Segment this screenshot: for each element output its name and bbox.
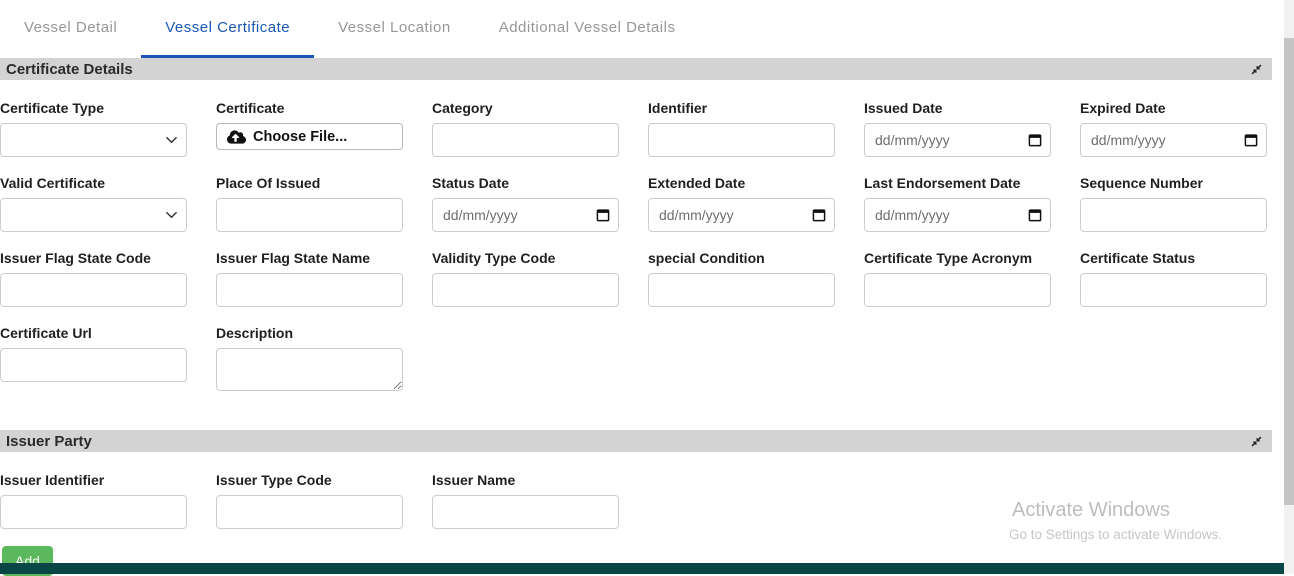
field-certificate-url: Certificate Url: [0, 324, 187, 396]
field-label-valid-certificate: Valid Certificate: [0, 174, 187, 192]
issuer-flag-state-name-input[interactable]: [216, 273, 403, 307]
field-certificate: Certificate Choose File...: [216, 99, 403, 157]
certificate-url-input[interactable]: [0, 348, 187, 382]
field-label-sequence-number: Sequence Number: [1080, 174, 1267, 192]
validity-type-code-input[interactable]: [432, 273, 619, 307]
status-date-input[interactable]: [432, 198, 619, 232]
field-certificate-type-acronym: Certificate Type Acronym: [864, 249, 1051, 307]
sequence-number-input[interactable]: [1080, 198, 1267, 232]
field-valid-certificate: Valid Certificate: [0, 174, 187, 232]
field-label-certificate: Certificate: [216, 99, 403, 117]
field-extended-date: Extended Date: [648, 174, 835, 232]
issuer-party-title: Issuer Party: [6, 433, 92, 450]
field-label-validity-type-code: Validity Type Code: [432, 249, 619, 267]
field-label-certificate-status: Certificate Status: [1080, 249, 1267, 267]
vertical-scrollbar-thumb[interactable]: [1284, 38, 1294, 505]
field-issuer-flag-state-name: Issuer Flag State Name: [216, 249, 403, 307]
field-validity-type-code: Validity Type Code: [432, 249, 619, 307]
field-label-place-of-issued: Place Of Issued: [216, 174, 403, 192]
collapse-icon[interactable]: [1251, 64, 1262, 75]
field-issuer-identifier: Issuer Identifier: [0, 471, 187, 529]
field-place-of-issued: Place Of Issued: [216, 174, 403, 232]
field-issuer-name: Issuer Name: [432, 471, 619, 529]
tab-vessel-certificate[interactable]: Vessel Certificate: [141, 0, 314, 58]
calendar-icon[interactable]: [1028, 133, 1042, 147]
field-label-identifier: Identifier: [648, 99, 835, 117]
footer-bar: [0, 563, 1284, 574]
field-issuer-type-code: Issuer Type Code: [216, 471, 403, 529]
issuer-identifier-input[interactable]: [0, 495, 187, 529]
issuer-flag-state-code-input[interactable]: [0, 273, 187, 307]
issued-date-input[interactable]: [864, 123, 1051, 157]
field-sequence-number: Sequence Number: [1080, 174, 1267, 232]
issuer-party-section-bar: Issuer Party: [0, 430, 1272, 452]
category-input[interactable]: [432, 123, 619, 157]
field-label-special-condition: special Condition: [648, 249, 835, 267]
last-endorsement-date-input[interactable]: [864, 198, 1051, 232]
tab-additional-vessel-details[interactable]: Additional Vessel Details: [475, 0, 700, 58]
field-label-certificate-type-acronym: Certificate Type Acronym: [864, 249, 1051, 267]
issuer-name-input[interactable]: [432, 495, 619, 529]
field-label-category: Category: [432, 99, 619, 117]
vessel-certificate-page: Vessel DetailVessel CertificateVessel Lo…: [0, 0, 1284, 574]
certificate-file-button[interactable]: Choose File...: [216, 123, 403, 150]
field-category: Category: [432, 99, 619, 157]
field-issuer-flag-state-code: Issuer Flag State Code: [0, 249, 187, 307]
field-label-issuer-identifier: Issuer Identifier: [0, 471, 187, 489]
activate-windows-watermark-subtitle: Go to Settings to activate Windows.: [1009, 527, 1222, 542]
field-identifier: Identifier: [648, 99, 835, 157]
certificate-details-title: Certificate Details: [6, 61, 133, 78]
tab-vessel-location[interactable]: Vessel Location: [314, 0, 475, 58]
field-label-issued-date: Issued Date: [864, 99, 1051, 117]
calendar-icon[interactable]: [812, 208, 826, 222]
file-button-label: Choose File...: [253, 129, 347, 145]
calendar-icon[interactable]: [596, 208, 610, 222]
tab-vessel-detail[interactable]: Vessel Detail: [0, 0, 141, 58]
calendar-icon[interactable]: [1244, 133, 1258, 147]
field-last-endorsement-date: Last Endorsement Date: [864, 174, 1051, 232]
description-textarea[interactable]: [216, 348, 403, 391]
field-label-description: Description: [216, 324, 403, 342]
valid-certificate-select[interactable]: [0, 198, 187, 232]
field-description: Description: [216, 324, 403, 396]
certificate-details-fields: Certificate Type Certificate Choose File..…: [0, 80, 1272, 413]
issuer-type-code-input[interactable]: [216, 495, 403, 529]
field-label-issuer-flag-state-name: Issuer Flag State Name: [216, 249, 403, 267]
field-label-issuer-name: Issuer Name: [432, 471, 619, 489]
field-label-last-endorsement-date: Last Endorsement Date: [864, 174, 1051, 192]
field-label-status-date: Status Date: [432, 174, 619, 192]
activate-windows-watermark: Activate Windows: [1012, 499, 1170, 522]
collapse-icon[interactable]: [1251, 436, 1262, 447]
field-expired-date: Expired Date: [1080, 99, 1267, 157]
extended-date-input[interactable]: [648, 198, 835, 232]
field-label-issuer-type-code: Issuer Type Code: [216, 471, 403, 489]
field-label-expired-date: Expired Date: [1080, 99, 1267, 117]
certificate-type-acronym-input[interactable]: [864, 273, 1051, 307]
certificate-details-section-bar: Certificate Details: [0, 58, 1272, 80]
special-condition-input[interactable]: [648, 273, 835, 307]
field-label-issuer-flag-state-code: Issuer Flag State Code: [0, 249, 187, 267]
field-certificate-status: Certificate Status: [1080, 249, 1267, 307]
field-label-certificate-url: Certificate Url: [0, 324, 187, 342]
field-status-date: Status Date: [432, 174, 619, 232]
expired-date-input[interactable]: [1080, 123, 1267, 157]
place-of-issued-input[interactable]: [216, 198, 403, 232]
field-label-certificate-type: Certificate Type: [0, 99, 187, 117]
calendar-icon[interactable]: [1028, 208, 1042, 222]
field-label-extended-date: Extended Date: [648, 174, 835, 192]
cloud-upload-icon: [227, 129, 246, 145]
field-issued-date: Issued Date: [864, 99, 1051, 157]
certificate-type-select[interactable]: [0, 123, 187, 157]
vertical-scrollbar-track[interactable]: [1284, 0, 1294, 574]
identifier-input[interactable]: [648, 123, 835, 157]
certificate-status-input[interactable]: [1080, 273, 1267, 307]
field-special-condition: special Condition: [648, 249, 835, 307]
field-certificate-type: Certificate Type: [0, 99, 187, 157]
tab-bar: Vessel DetailVessel CertificateVessel Lo…: [0, 0, 1284, 58]
